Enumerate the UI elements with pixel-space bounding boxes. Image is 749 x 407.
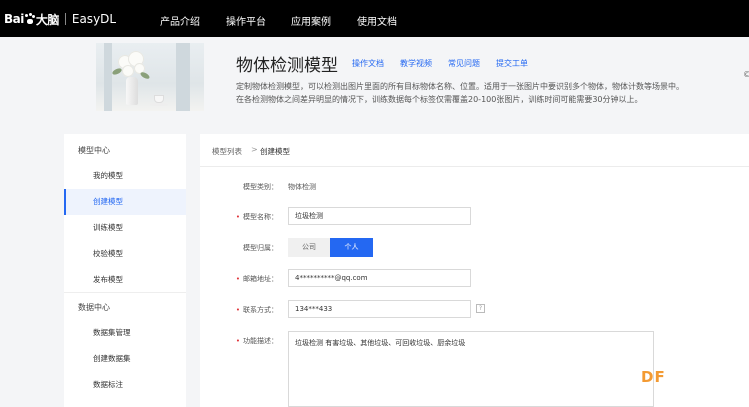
email-label-text: 邮箱地址： xyxy=(243,275,278,283)
nav-product-intro[interactable]: 产品介绍 xyxy=(160,13,200,28)
desc-label-text: 功能描述： xyxy=(243,337,278,345)
page-title: 物体检测模型 xyxy=(236,56,338,76)
name-label: • 模型名称： xyxy=(208,212,278,222)
nav-docs[interactable]: 使用文档 xyxy=(357,13,397,28)
sidebar-item-train-model[interactable]: 训练模型 xyxy=(64,215,186,241)
sidebar-divider xyxy=(64,292,186,293)
description-textarea[interactable]: 垃圾检测 有害垃圾、其他垃圾、可回收垃圾、厨余垃圾 xyxy=(288,331,654,407)
model-name-input[interactable]: 垃圾检测 xyxy=(288,207,471,225)
link-faq[interactable]: 常见问题 xyxy=(448,58,480,69)
sidebar-item-data-labeling[interactable]: 数据标注 xyxy=(64,372,186,398)
breadcrumb-separator: > xyxy=(251,145,258,154)
phone-label-text: 联系方式： xyxy=(243,306,278,314)
required-asterisk: • xyxy=(235,306,240,314)
logo-divider xyxy=(64,13,66,25)
sidebar-item-validate-model[interactable]: 校验模型 xyxy=(64,241,186,267)
description-line-2: 在各检测物体之间差异明显的情况下，训练数据每个标签仅需覆盖20-100张图片，训… xyxy=(236,95,643,104)
category-label: 模型类别： xyxy=(243,183,278,191)
baidu-easydl-logo[interactable]: Bai 大脑 EasyDL xyxy=(4,11,116,27)
sidebar: 模型中心 我的模型 创建模型 训练模型 校验模型 发布模型 数据中心 数据集管理… xyxy=(64,134,186,407)
breadcrumb-current: 创建模型 xyxy=(260,147,290,156)
model-banner: 物体检测模型 操作文档 教学视频 常见问题 提交工单 定制物体检测模型，可以检测… xyxy=(0,37,749,124)
owner-option-company[interactable]: 公司 xyxy=(288,238,330,257)
paw-icon xyxy=(24,12,35,25)
email-input[interactable]: 4**********@qq.com xyxy=(288,269,471,287)
nav-cases[interactable]: 应用案例 xyxy=(291,13,331,28)
banner-flower-image xyxy=(96,43,204,111)
email-label: • 邮箱地址： xyxy=(208,274,278,284)
top-nav: Bai 大脑 EasyDL 产品介绍 操作平台 应用案例 使用文档 xyxy=(0,0,749,37)
sidebar-group-data-center: 数据中心 xyxy=(78,303,110,312)
owner-label: 模型归属： xyxy=(243,244,278,252)
description-line-1: 定制物体检测模型，可以检测出图片里面的所有目标物体名称、位置。适用于一张图片中要… xyxy=(236,82,684,91)
category-value: 物体检测 xyxy=(288,183,316,191)
edge-mark: © xyxy=(743,70,749,79)
link-tutorial-video[interactable]: 教学视频 xyxy=(400,58,432,69)
model-description: 定制物体检测模型，可以检测出图片里面的所有目标物体名称、位置。适用于一张图片中要… xyxy=(236,80,736,106)
logo-bai-text: Bai xyxy=(4,12,24,26)
phone-label: • 联系方式： xyxy=(208,305,278,315)
required-asterisk: • xyxy=(235,337,240,345)
owner-option-personal[interactable]: 个人 xyxy=(330,238,373,257)
sidebar-item-dataset-management[interactable]: 数据集管理 xyxy=(64,320,186,346)
sidebar-item-my-models[interactable]: 我的模型 xyxy=(64,163,186,189)
sidebar-item-create-dataset[interactable]: 创建数据集 xyxy=(64,346,186,372)
create-model-panel: 模型列表 > 创建模型 模型类别： 物体检测 • 模型名称： 垃圾检测 模型归属：… xyxy=(200,134,749,407)
link-operation-docs[interactable]: 操作文档 xyxy=(352,58,384,69)
link-submit-ticket[interactable]: 提交工单 xyxy=(496,58,528,69)
breadcrumb: 模型列表 > 创建模型 xyxy=(200,134,749,167)
nav-platform[interactable]: 操作平台 xyxy=(226,13,266,28)
required-asterisk: • xyxy=(235,213,240,221)
required-asterisk: • xyxy=(235,275,240,283)
product-name: EasyDL xyxy=(71,12,117,26)
sidebar-item-create-model[interactable]: 创建模型 xyxy=(64,189,186,215)
phone-input[interactable]: 134***433 xyxy=(288,300,471,318)
desc-label: • 功能描述： xyxy=(208,336,278,346)
sidebar-item-publish-model[interactable]: 发布模型 xyxy=(64,267,186,293)
name-label-text: 模型名称： xyxy=(243,213,278,221)
sidebar-group-model-center: 模型中心 xyxy=(78,146,110,155)
question-icon[interactable]: ? xyxy=(476,304,485,313)
breadcrumb-model-list[interactable]: 模型列表 xyxy=(212,146,242,157)
logo-cn-text: 大脑 xyxy=(35,12,60,27)
df-watermark-logo: DF xyxy=(641,368,666,386)
